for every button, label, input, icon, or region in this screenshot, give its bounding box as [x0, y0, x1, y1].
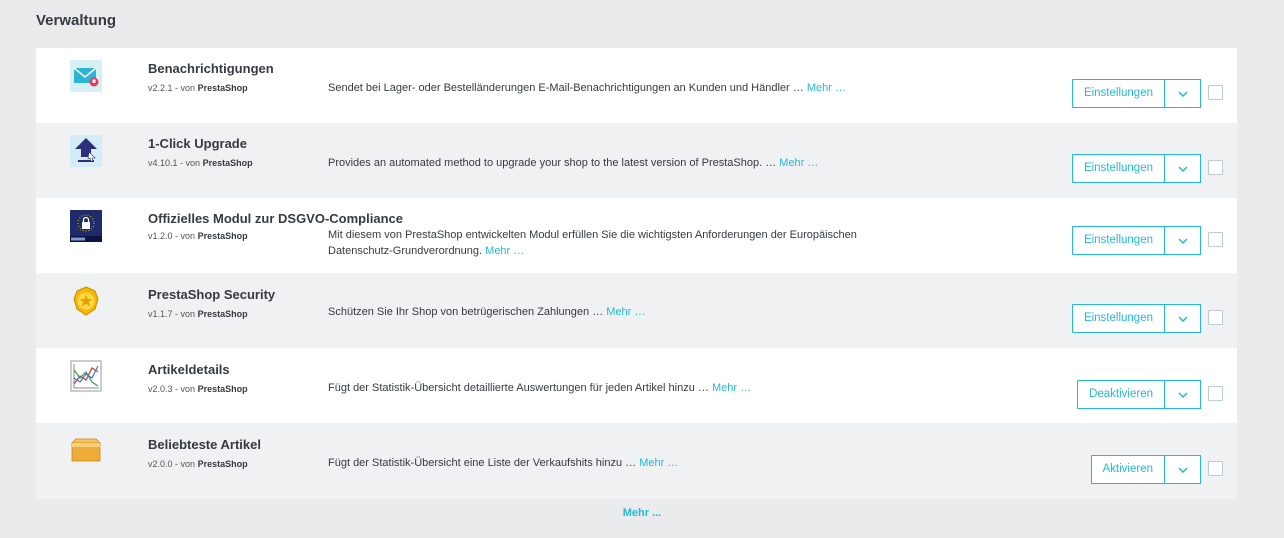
chevron-down-icon	[1177, 315, 1188, 322]
module-author: PrestaShop	[197, 83, 248, 93]
module-name: Benachrichtigungen	[148, 61, 274, 76]
dropdown-toggle[interactable]	[1164, 455, 1201, 484]
chevron-down-icon	[1177, 165, 1188, 172]
settings-button[interactable]: Einstellungen	[1071, 304, 1165, 333]
module-author: PrestaShop	[197, 231, 248, 241]
section-title: Verwaltung	[36, 12, 117, 29]
module-version: v2.0.3 - von PrestaShop	[148, 384, 248, 394]
dropdown-toggle[interactable]	[1164, 304, 1201, 333]
deactivate-button[interactable]: Deaktivieren	[1077, 380, 1165, 409]
action-button-group: Einstellungen	[1071, 226, 1201, 255]
module-version: v2.0.0 - von PrestaShop	[148, 459, 248, 469]
module-row: Beliebteste Artikel v2.0.0 - von PrestaS…	[36, 423, 1237, 499]
action-button-group: Einstellungen	[1071, 154, 1201, 183]
module-version: v1.2.0 - von PrestaShop	[148, 231, 248, 241]
action-button-group: Deaktivieren	[1077, 380, 1201, 409]
module-row: Offizielles Modul zur DSGVO-Compliance v…	[36, 198, 1237, 273]
module-name: 1-Click Upgrade	[148, 136, 247, 151]
chevron-down-icon	[1177, 466, 1188, 473]
select-checkbox[interactable]	[1208, 310, 1223, 325]
module-description: Sendet bei Lager- oder Bestelländerungen…	[328, 82, 846, 94]
module-author: PrestaShop	[197, 459, 248, 469]
module-description: Provides an automated method to upgrade …	[328, 157, 819, 169]
dropdown-toggle[interactable]	[1164, 380, 1201, 409]
action-button-group: Einstellungen	[1071, 304, 1201, 333]
module-row: PrestaShop Security v1.1.7 - von PrestaS…	[36, 273, 1237, 348]
module-version: v1.1.7 - von PrestaShop	[148, 309, 248, 319]
more-link[interactable]: Mehr …	[779, 157, 818, 169]
mail-alert-icon	[70, 60, 102, 92]
module-name: Beliebteste Artikel	[148, 437, 261, 452]
module-row: Artikeldetails v2.0.3 - von PrestaShop F…	[36, 348, 1237, 423]
module-name: PrestaShop Security	[148, 287, 276, 302]
module-list: Benachrichtigungen v2.2.1 - von PrestaSh…	[36, 48, 1237, 499]
more-link[interactable]: Mehr …	[639, 457, 678, 469]
select-checkbox[interactable]	[1208, 232, 1223, 247]
select-checkbox[interactable]	[1208, 85, 1223, 100]
module-author: PrestaShop	[197, 384, 248, 394]
action-button-group: Aktivieren	[1090, 455, 1201, 484]
more-link[interactable]: Mehr …	[485, 245, 524, 257]
dropdown-toggle[interactable]	[1164, 79, 1201, 108]
module-description: Fügt der Statistik-Übersicht detailliert…	[328, 382, 752, 394]
chevron-down-icon	[1177, 90, 1188, 97]
more-link[interactable]: Mehr …	[807, 82, 846, 94]
module-row: Benachrichtigungen v2.2.1 - von PrestaSh…	[36, 48, 1237, 123]
settings-button[interactable]: Einstellungen	[1071, 154, 1165, 183]
settings-button[interactable]: Einstellungen	[1071, 226, 1165, 255]
gdpr-lock-icon	[70, 210, 102, 242]
module-description: Mit diesem von PrestaShop entwickelten M…	[328, 229, 857, 257]
box-icon	[71, 438, 101, 462]
stats-chart-icon	[70, 360, 102, 392]
module-name: Artikeldetails	[148, 362, 230, 377]
action-button-group: Einstellungen	[1071, 79, 1201, 108]
chevron-down-icon	[1177, 237, 1188, 244]
dropdown-toggle[interactable]	[1164, 154, 1201, 183]
select-checkbox[interactable]	[1208, 160, 1223, 175]
module-description: Fügt der Statistik-Übersicht eine Liste …	[328, 457, 679, 469]
more-link[interactable]: Mehr …	[712, 382, 751, 394]
module-author: PrestaShop	[197, 309, 248, 319]
security-badge-icon	[73, 286, 99, 316]
module-description: Schützen Sie Ihr Shop von betrügerischen…	[328, 306, 646, 318]
select-checkbox[interactable]	[1208, 386, 1223, 401]
settings-button[interactable]: Einstellungen	[1071, 79, 1165, 108]
module-version: v4.10.1 - von PrestaShop	[148, 158, 253, 168]
chevron-down-icon	[1177, 391, 1188, 398]
upgrade-arrow-icon	[70, 135, 102, 167]
select-checkbox[interactable]	[1208, 461, 1223, 476]
show-more-link[interactable]: Mehr ...	[0, 507, 1284, 519]
module-name: Offizielles Modul zur DSGVO-Compliance	[148, 211, 403, 226]
activate-button[interactable]: Aktivieren	[1090, 455, 1165, 484]
more-link[interactable]: Mehr …	[606, 306, 645, 318]
dropdown-toggle[interactable]	[1164, 226, 1201, 255]
module-author: PrestaShop	[202, 158, 253, 168]
module-version: v2.2.1 - von PrestaShop	[148, 83, 248, 93]
module-row: 1-Click Upgrade v4.10.1 - von PrestaShop…	[36, 123, 1237, 198]
